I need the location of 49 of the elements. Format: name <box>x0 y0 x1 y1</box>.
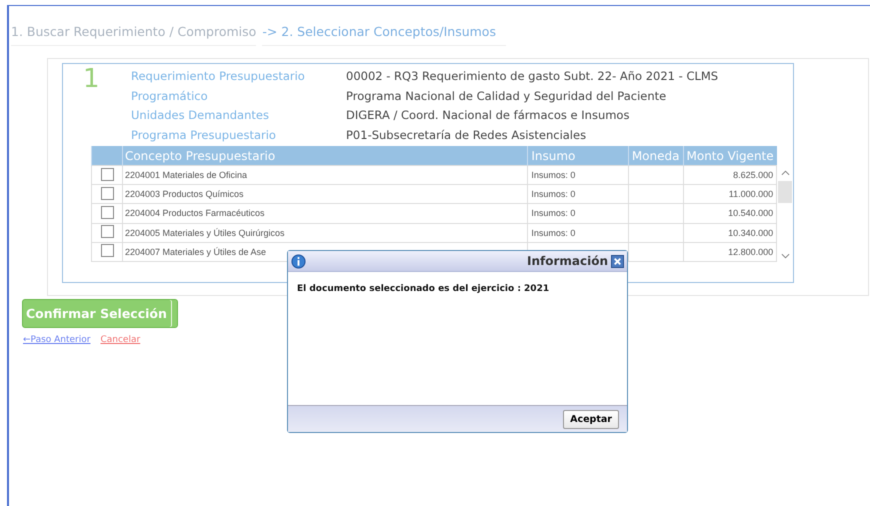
checkbox[interactable] <box>101 206 114 219</box>
field-label: Requerimiento Presupuestario <box>131 68 306 85</box>
wizard-step[interactable]: 1. Buscar Requerimiento / Compromiso <box>11 22 256 46</box>
table-cell <box>628 166 683 185</box>
column-header: Insumo <box>528 146 628 166</box>
checkbox[interactable] <box>101 186 114 200</box>
dialog-message: El documento seleccionado es del ejercicio : 2021 <box>297 284 550 294</box>
table-cell: 2204003 Productos Químicos <box>122 184 528 204</box>
wizard-step[interactable]: -> 2. Seleccionar Conceptos/Insumos <box>262 22 506 46</box>
field-value: P01-Subsecretaría de Redes Asistenciales <box>346 126 588 144</box>
dialog-title: Información <box>526 254 608 268</box>
table-cell: Insumos: 0 <box>528 184 628 204</box>
column-header: Monto Vigente <box>683 146 777 166</box>
table-cell: 2204005 Materiales y Útiles Quirúrgicos <box>122 223 528 242</box>
checkbox[interactable] <box>101 225 114 238</box>
accept-button[interactable]: Aceptar <box>563 410 619 428</box>
header-cell <box>92 146 122 166</box>
table-cell: 2204004 Productos Farmacéuticos <box>122 204 528 224</box>
checkbox[interactable] <box>101 168 114 181</box>
checkbox[interactable] <box>101 244 114 258</box>
table-cell: Insumos: 0 <box>528 166 628 185</box>
table-cell: Insumos: 0 <box>528 204 628 224</box>
table-cell: 2204001 Materiales de Oficina <box>122 166 528 185</box>
info-icon <box>291 254 306 268</box>
confirm-button[interactable]: Confirmar Selección <box>22 299 178 328</box>
field-value: 00002 - RQ3 Requerimiento de gasto Subt. 22- Año 2021 - CLMS <box>346 68 718 85</box>
table-cell: 8.625.000 <box>683 166 777 185</box>
field-value: DIGERA / Coord. Nacional de fármacos e Insumos <box>346 107 630 124</box>
scroll-up-icon[interactable] <box>780 170 790 176</box>
table-cell: 11.000.000 <box>683 184 777 204</box>
field-label: Programático <box>131 88 209 104</box>
column-header: Moneda <box>628 146 683 166</box>
table-cell <box>628 184 683 204</box>
link[interactable]: ←Paso Anterior <box>23 335 90 345</box>
field-value: Programa Nacional de Calidad y Seguridad del Paciente <box>346 88 668 104</box>
table-cell: 12.800.000 <box>683 242 777 262</box>
step-number: 1 <box>82 66 101 96</box>
field-label: Programa Presupuestario <box>131 126 277 144</box>
table-cell <box>628 204 683 224</box>
table-cell: Insumos: 0 <box>528 223 628 242</box>
column-header: Concepto Presupuestario <box>122 146 528 166</box>
table-cell: 10.540.000 <box>683 204 777 224</box>
scroll-down-icon[interactable] <box>780 253 790 259</box>
link[interactable]: Cancelar <box>100 335 140 345</box>
field-label: Unidades Demandantes <box>131 107 270 124</box>
scroll-thumb[interactable] <box>778 181 792 203</box>
close-icon[interactable] <box>611 254 624 268</box>
table-cell <box>628 223 683 242</box>
table-cell: 10.340.000 <box>683 223 777 242</box>
